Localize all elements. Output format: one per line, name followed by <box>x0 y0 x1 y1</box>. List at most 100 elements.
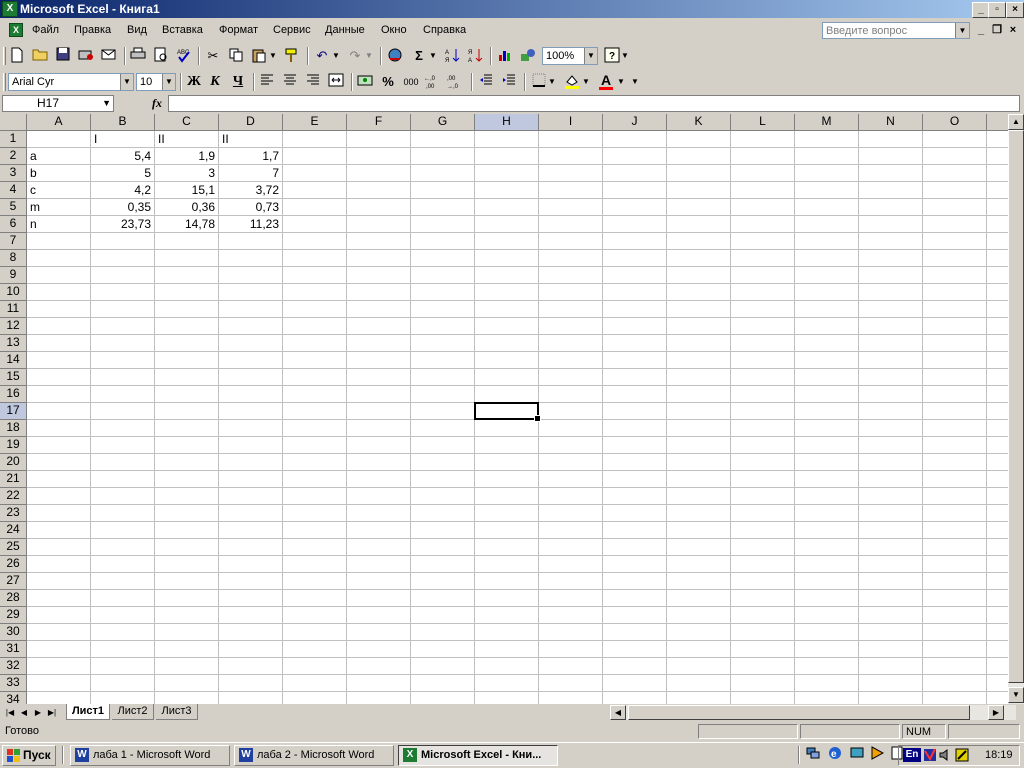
cell-i11[interactable] <box>539 301 603 318</box>
cell-c29[interactable] <box>155 607 219 624</box>
cell-j25[interactable] <box>603 539 667 556</box>
row-header-21[interactable]: 21 <box>0 471 27 488</box>
column-header-l[interactable]: L <box>731 114 795 131</box>
cell-j26[interactable] <box>603 556 667 573</box>
cell-c10[interactable] <box>155 284 219 301</box>
cell-d12[interactable] <box>219 318 283 335</box>
cell-c15[interactable] <box>155 369 219 386</box>
cell-j2[interactable] <box>603 148 667 165</box>
cell-partial[interactable] <box>987 675 1008 692</box>
cell-j33[interactable] <box>603 675 667 692</box>
cell-n30[interactable] <box>859 624 923 641</box>
cell-g16[interactable] <box>411 386 475 403</box>
cell-o3[interactable] <box>923 165 987 182</box>
cell-l11[interactable] <box>731 301 795 318</box>
cell-o28[interactable] <box>923 590 987 607</box>
cell-a21[interactable] <box>27 471 91 488</box>
cell-g14[interactable] <box>411 352 475 369</box>
cell-partial[interactable] <box>987 352 1008 369</box>
cell-m11[interactable] <box>795 301 859 318</box>
row-header-28[interactable]: 28 <box>0 590 27 607</box>
cell-m28[interactable] <box>795 590 859 607</box>
cell-a24[interactable] <box>27 522 91 539</box>
cell-n9[interactable] <box>859 267 923 284</box>
column-header-i[interactable]: I <box>539 114 603 131</box>
cell-f21[interactable] <box>347 471 411 488</box>
row-header-22[interactable]: 22 <box>0 488 27 505</box>
cell-b31[interactable] <box>91 641 155 658</box>
row-header-10[interactable]: 10 <box>0 284 27 301</box>
cell-f33[interactable] <box>347 675 411 692</box>
cell-i1[interactable] <box>539 131 603 148</box>
cell-g8[interactable] <box>411 250 475 267</box>
cell-n15[interactable] <box>859 369 923 386</box>
cell-f27[interactable] <box>347 573 411 590</box>
cell-e7[interactable] <box>283 233 347 250</box>
cell-m1[interactable] <box>795 131 859 148</box>
cell-l34[interactable] <box>731 692 795 704</box>
cell-f18[interactable] <box>347 420 411 437</box>
cell-b8[interactable] <box>91 250 155 267</box>
cell-partial[interactable] <box>987 165 1008 182</box>
cell-m21[interactable] <box>795 471 859 488</box>
taskbar-word-lab2[interactable]: W лаба 2 - Microsoft Word <box>234 745 394 766</box>
cell-d17[interactable] <box>219 403 283 420</box>
cell-partial[interactable] <box>987 488 1008 505</box>
cell-l10[interactable] <box>731 284 795 301</box>
help-icon[interactable]: ? <box>603 47 621 65</box>
cell-g26[interactable] <box>411 556 475 573</box>
cell-c3[interactable]: 3 <box>155 165 219 182</box>
row-header-12[interactable]: 12 <box>0 318 27 335</box>
cell-f29[interactable] <box>347 607 411 624</box>
align-left-icon[interactable] <box>258 73 276 91</box>
cell-j9[interactable] <box>603 267 667 284</box>
cell-l20[interactable] <box>731 454 795 471</box>
cell-o19[interactable] <box>923 437 987 454</box>
chevron-down-icon[interactable]: ▼ <box>120 74 133 90</box>
cell-a3[interactable]: b <box>27 165 91 182</box>
row-header-18[interactable]: 18 <box>0 420 27 437</box>
cell-g1[interactable] <box>411 131 475 148</box>
cell-l12[interactable] <box>731 318 795 335</box>
cell-f5[interactable] <box>347 199 411 216</box>
menu-edit[interactable]: Правка <box>74 24 111 36</box>
cell-b20[interactable] <box>91 454 155 471</box>
cell-d19[interactable] <box>219 437 283 454</box>
cell-h19[interactable] <box>475 437 539 454</box>
cell-n33[interactable] <box>859 675 923 692</box>
cell-i14[interactable] <box>539 352 603 369</box>
cell-j16[interactable] <box>603 386 667 403</box>
cell-d8[interactable] <box>219 250 283 267</box>
cell-k11[interactable] <box>667 301 731 318</box>
cell-h23[interactable] <box>475 505 539 522</box>
cell-e2[interactable] <box>283 148 347 165</box>
column-header-k[interactable]: K <box>667 114 731 131</box>
cell-d30[interactable] <box>219 624 283 641</box>
column-header-g[interactable]: G <box>411 114 475 131</box>
cell-partial[interactable] <box>987 556 1008 573</box>
cell-j32[interactable] <box>603 658 667 675</box>
cell-m31[interactable] <box>795 641 859 658</box>
cell-h16[interactable] <box>475 386 539 403</box>
cell-i12[interactable] <box>539 318 603 335</box>
help-dropdown-icon[interactable]: ▼ <box>620 47 630 65</box>
cell-l13[interactable] <box>731 335 795 352</box>
cell-n11[interactable] <box>859 301 923 318</box>
cell-k16[interactable] <box>667 386 731 403</box>
cell-d3[interactable]: 7 <box>219 165 283 182</box>
cell-partial[interactable] <box>987 369 1008 386</box>
workbook-close-button[interactable]: × <box>1006 24 1020 37</box>
start-button[interactable]: Пуск <box>2 745 56 766</box>
bold-button[interactable]: Ж <box>185 73 203 91</box>
cell-g6[interactable] <box>411 216 475 233</box>
cell-d25[interactable] <box>219 539 283 556</box>
cell-partial[interactable] <box>987 250 1008 267</box>
cell-g32[interactable] <box>411 658 475 675</box>
cell-h27[interactable] <box>475 573 539 590</box>
cell-e16[interactable] <box>283 386 347 403</box>
cell-d14[interactable] <box>219 352 283 369</box>
cell-j15[interactable] <box>603 369 667 386</box>
cell-d23[interactable] <box>219 505 283 522</box>
column-header-d[interactable]: D <box>219 114 283 131</box>
cell-a4[interactable]: c <box>27 182 91 199</box>
